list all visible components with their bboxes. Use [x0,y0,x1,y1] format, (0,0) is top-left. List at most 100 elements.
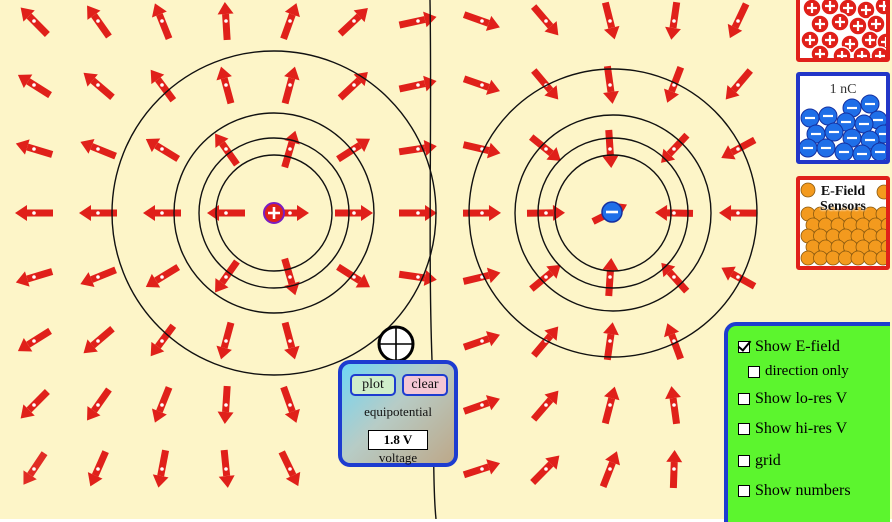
efield-arrow [719,205,757,221]
efield-arrow [218,2,234,40]
positive-charge[interactable] [264,203,284,223]
efield-arrow [218,386,234,424]
efield-arrow [604,3,620,40]
efield-arrow [603,66,619,104]
efield-arrow [84,329,113,354]
efield-arrow [602,258,618,296]
efield-arrow [533,455,560,482]
efield-arrow [21,392,48,419]
efield-arrow [216,323,231,360]
efield-arrow [602,130,618,168]
show-numbers-checkbox[interactable] [738,485,750,497]
direction-only-option[interactable]: direction only [748,363,849,380]
positive-charge-bucket[interactable] [796,0,890,62]
show-hires-v-checkbox[interactable] [738,423,750,435]
equipotential-label: equipotential [342,404,454,420]
efield-arrow [665,386,681,424]
show-efield-checkbox[interactable] [738,341,750,353]
show-efield-option[interactable]: Show E-field [738,338,840,356]
grid-label: grid [755,452,781,470]
efield-arrow [18,75,50,96]
efield-arrow [87,389,109,420]
efield-arrow [728,4,746,38]
efield-arrow [464,268,501,284]
efield-arrow [84,73,113,98]
efield-arrow [726,71,751,100]
charges [264,202,622,223]
sensors-label-line1: E-Field [800,184,886,199]
clear-button[interactable]: clear [402,374,448,396]
sensors-bucket-label: E-Field Sensors [800,184,886,214]
direction-only-checkbox[interactable] [748,366,760,378]
efield-sensors-bucket[interactable]: E-Field Sensors [796,176,890,270]
efield-arrow [534,7,559,36]
direction-only-label: direction only [765,363,849,380]
efield-arrow [146,139,178,159]
options-panel: Show E-field direction only Show lo-res … [724,322,890,522]
efield-arrow [603,322,619,360]
show-hires-v-label: Show hi-res V [755,420,847,438]
voltmeter-crosshair-icon[interactable] [376,324,416,364]
efield-arrow [284,387,300,423]
efield-arrow [603,451,620,486]
grid-option[interactable]: grid [738,452,781,470]
efield-arrow [284,131,299,167]
efield-arrow [219,450,235,488]
efield-arrow [23,453,44,485]
efield-arrow [284,323,299,360]
efield-arrow [665,2,681,40]
efield-arrow [284,259,299,295]
efield-arrow [146,267,178,287]
efield-arrow [399,205,437,221]
efield-arrow [666,450,682,488]
grid-checkbox[interactable] [738,455,750,467]
negative-charge-bucket[interactable]: 1 nC [796,72,890,164]
efield-arrow [21,7,48,34]
negative-bucket-label: 1 nC [800,82,886,97]
efield-arrow [335,205,373,221]
show-numbers-label: Show numbers [755,482,851,500]
efield-arrow [152,387,169,422]
efield-arrow [282,452,301,486]
efield-arrow [338,267,370,288]
efield-arrow [534,391,559,420]
efield-arrow [18,331,50,352]
play-area[interactable]: 1 nC E-Field Sensors plot clear equipote… [0,0,892,519]
efield-arrow [464,331,500,347]
efield-arrow [87,5,109,36]
efield-arrow [143,205,181,221]
efield-arrow [80,139,115,156]
show-efield-label: Show E-field [755,338,840,356]
voltmeter[interactable]: plot clear equipotential 1.8 V voltage [338,360,458,467]
voltage-label: voltage [342,450,454,466]
efield-arrow [464,459,500,475]
efield-arrow [340,72,368,98]
efield-arrow [88,452,106,487]
efield-arrow [80,270,115,287]
efield-arrow [338,138,370,159]
sensors-label-line2: Sensors [800,199,886,214]
positive-charges-pile-icon [800,0,890,62]
show-lores-v-option[interactable]: Show lo-res V [738,390,847,408]
efield-arrow [16,139,52,154]
efield-arrow [399,140,437,156]
efield-arrow [216,67,231,104]
efield-arrow [284,67,299,104]
efield-arrow [340,8,368,34]
plot-button[interactable]: plot [350,374,396,396]
efield-arrow [464,15,500,31]
efield-arrow [463,143,500,159]
efield-arrow [152,3,169,38]
show-lores-v-label: Show lo-res V [755,390,847,408]
efield-arrow [284,3,300,39]
show-hires-v-option[interactable]: Show hi-res V [738,420,847,438]
efield-arrow [464,79,500,95]
efield-arrow [153,450,169,487]
efield-arrow [464,395,500,411]
show-numbers-option[interactable]: Show numbers [738,482,851,500]
efield-arrow [16,271,52,286]
negative-charge[interactable] [602,202,622,222]
efield-arrow [207,205,245,221]
show-lores-v-checkbox[interactable] [738,393,750,405]
efield-arrow [15,205,53,221]
